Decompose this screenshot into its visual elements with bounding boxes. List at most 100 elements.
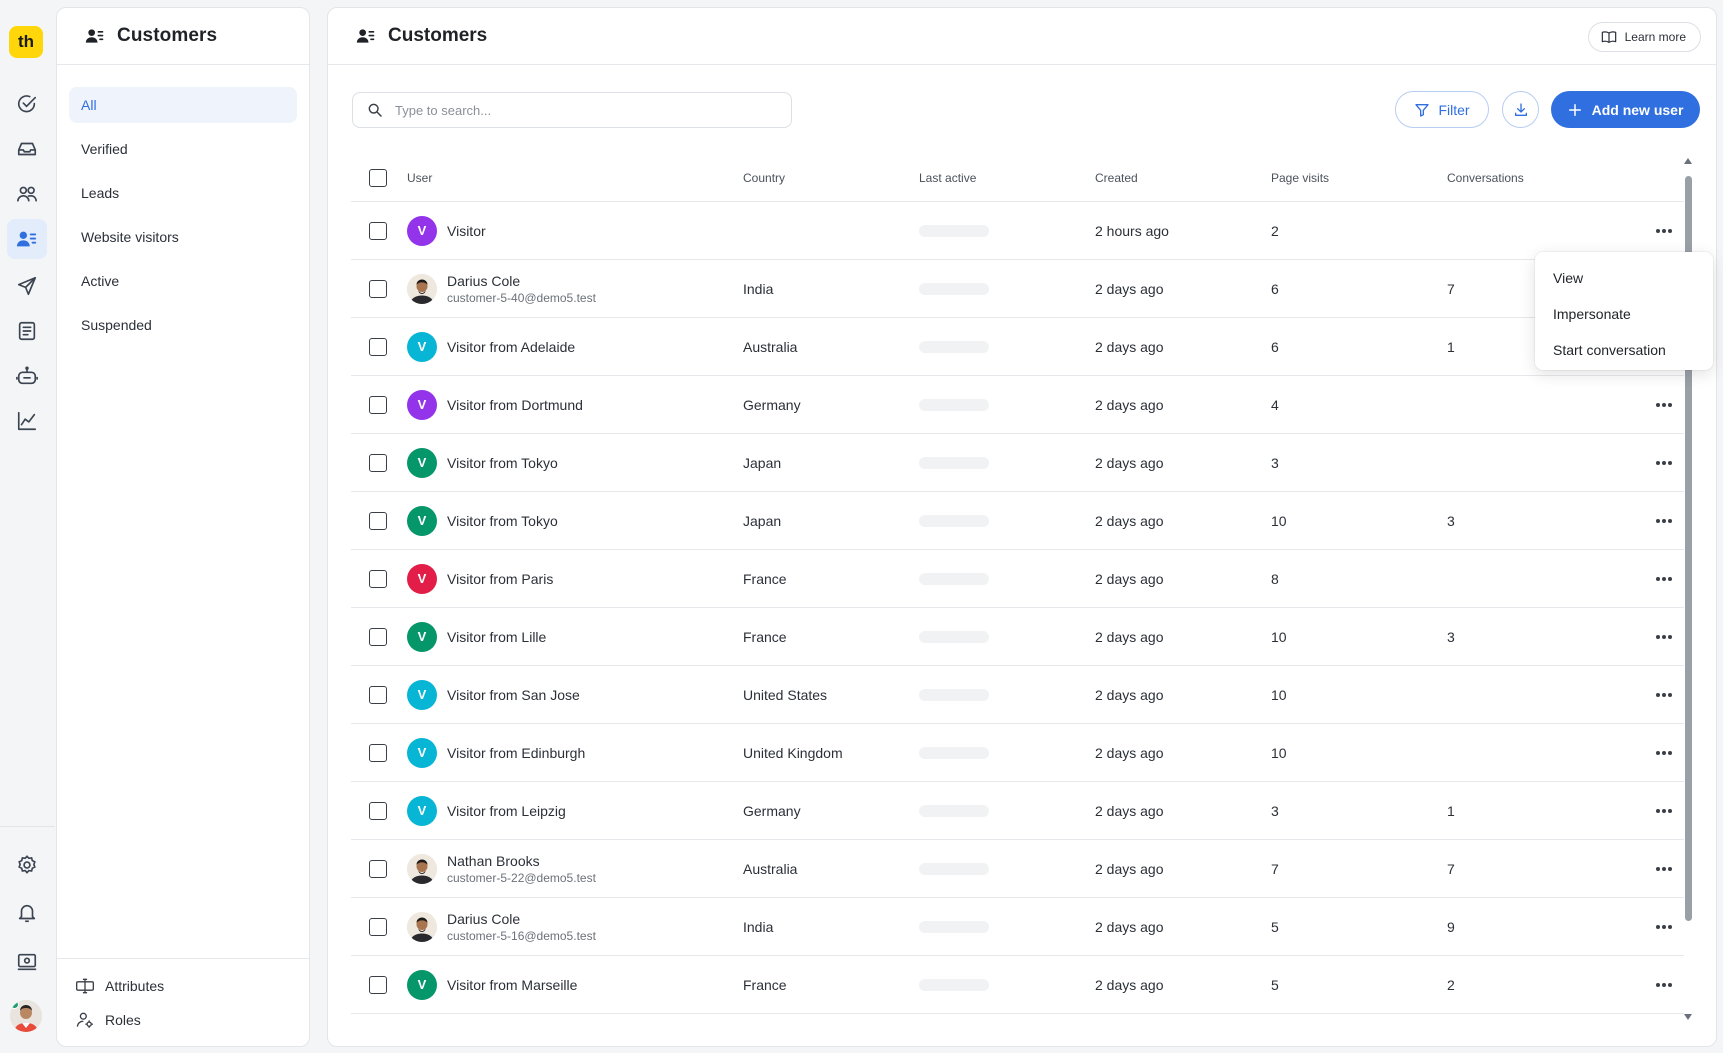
search-input[interactable]	[395, 102, 775, 118]
roles-link[interactable]: Roles	[73, 1003, 293, 1037]
user-cell[interactable]: V Visitor from Adelaide	[407, 331, 743, 362]
bot-icon[interactable]	[7, 356, 47, 396]
row-checkbox[interactable]	[369, 859, 387, 878]
user-cell[interactable]: V Visitor from Leipzig	[407, 795, 743, 826]
row-checkbox[interactable]	[369, 975, 387, 994]
loading-placeholder	[919, 340, 989, 353]
user-cell[interactable]: V Visitor from San Jose	[407, 679, 743, 710]
user-cell[interactable]: Nathan Brooks customer-5-22@demo5.test	[407, 852, 743, 886]
row-more-button[interactable]	[1650, 569, 1678, 589]
row-checkbox[interactable]	[369, 395, 387, 414]
row-checkbox[interactable]	[369, 569, 387, 588]
user-name: Visitor from Tokyo	[447, 454, 558, 471]
table-row[interactable]: V Visitor from Paris France 2 days ago 8	[351, 550, 1684, 608]
table-row[interactable]: V Visitor from Tokyo Japan 2 days ago 3	[351, 434, 1684, 492]
contacts-icon[interactable]	[7, 174, 47, 214]
main-header: Customers Learn more	[328, 8, 1716, 65]
select-all-checkbox[interactable]	[369, 168, 387, 187]
table-row[interactable]: Nathan Brooks customer-5-22@demo5.test Aus…	[351, 840, 1684, 898]
table-row[interactable]: V Visitor 2 hours ago 2	[351, 202, 1684, 260]
billing-icon[interactable]	[7, 942, 47, 982]
icon-rail: th	[0, 0, 55, 1053]
rail-divider	[0, 826, 55, 827]
notifications-icon[interactable]	[7, 893, 47, 933]
learn-more-button[interactable]: Learn more	[1587, 22, 1701, 52]
tasks-icon[interactable]	[7, 84, 47, 124]
column-conversations[interactable]: Conversations	[1447, 171, 1623, 185]
user-cell[interactable]: V Visitor from Paris	[407, 563, 743, 594]
user-cell[interactable]: V Visitor from Tokyo	[407, 447, 743, 478]
menu-item-start-conversation[interactable]: Start conversation	[1535, 332, 1713, 368]
table-row[interactable]: V Visitor from Lille France 2 days ago 10 3	[351, 608, 1684, 666]
menu-item-impersonate[interactable]: Impersonate	[1535, 296, 1713, 332]
table-row[interactable]: V Visitor from Marseille France 2 days ago 5…	[351, 956, 1684, 1014]
row-checkbox[interactable]	[369, 511, 387, 530]
user-cell[interactable]: Darius Cole customer-5-40@demo5.test	[407, 272, 743, 306]
reports-icon[interactable]	[7, 401, 47, 441]
row-checkbox[interactable]	[369, 801, 387, 820]
table-row[interactable]: V Visitor from Leipzig Germany 2 days ago 3 1	[351, 782, 1684, 840]
row-more-button[interactable]	[1650, 627, 1678, 647]
table-row[interactable]: V Visitor from Tokyo Japan 2 days ago 10 3	[351, 492, 1684, 550]
sidebar-item-leads[interactable]: Leads	[69, 175, 297, 211]
loading-placeholder	[919, 804, 989, 817]
inbox-icon[interactable]	[7, 129, 47, 169]
row-more-button[interactable]	[1650, 453, 1678, 473]
table-row[interactable]: V Visitor from Adelaide Australia 2 days ag…	[351, 318, 1684, 376]
user-cell[interactable]: Darius Cole customer-5-16@demo5.test	[407, 910, 743, 944]
sidebar-item-website-visitors[interactable]: Website visitors	[69, 219, 297, 255]
last-active-cell	[919, 456, 1095, 469]
row-checkbox[interactable]	[369, 743, 387, 762]
column-created[interactable]: Created	[1095, 171, 1271, 185]
row-more-button[interactable]	[1650, 395, 1678, 415]
column-page-visits[interactable]: Page visits	[1271, 171, 1447, 185]
row-more-button[interactable]	[1650, 801, 1678, 821]
settings-icon[interactable]	[7, 845, 47, 885]
user-cell[interactable]: V Visitor from Edinburgh	[407, 737, 743, 768]
table-row[interactable]: V Visitor from Edinburgh United Kingdom 2 d…	[351, 724, 1684, 782]
table-row[interactable]: V Visitor from Dortmund Germany 2 days ago 4	[351, 376, 1684, 434]
row-more-button[interactable]	[1650, 685, 1678, 705]
column-user[interactable]: User	[407, 171, 743, 185]
row-checkbox[interactable]	[369, 337, 387, 356]
filter-button[interactable]: Filter	[1395, 91, 1489, 128]
app-logo[interactable]: th	[9, 26, 43, 58]
scroll-down-arrow[interactable]	[1684, 1014, 1692, 1020]
user-cell[interactable]: V Visitor from Tokyo	[407, 505, 743, 536]
current-user-avatar[interactable]	[10, 1000, 42, 1032]
user-cell[interactable]: V Visitor from Lille	[407, 621, 743, 652]
row-more-button[interactable]	[1650, 743, 1678, 763]
scroll-up-arrow[interactable]	[1684, 158, 1692, 164]
sidebar-item-active[interactable]: Active	[69, 263, 297, 299]
row-checkbox[interactable]	[369, 627, 387, 646]
customers-icon[interactable]	[7, 219, 47, 259]
row-more-button[interactable]	[1650, 859, 1678, 879]
table-row[interactable]: Darius Cole customer-5-40@demo5.test India…	[351, 260, 1684, 318]
row-more-button[interactable]	[1650, 975, 1678, 995]
menu-item-view[interactable]: View	[1535, 260, 1713, 296]
row-checkbox[interactable]	[369, 685, 387, 704]
user-cell[interactable]: V Visitor from Dortmund	[407, 389, 743, 420]
row-checkbox[interactable]	[369, 279, 387, 298]
table-row[interactable]: Darius Cole customer-5-16@demo5.test India…	[351, 898, 1684, 956]
export-button[interactable]	[1502, 91, 1539, 128]
column-country[interactable]: Country	[743, 171, 919, 185]
user-cell[interactable]: V Visitor from Marseille	[407, 969, 743, 1000]
table-row[interactable]: V Visitor from San Jose United States 2 day…	[351, 666, 1684, 724]
sidebar-item-suspended[interactable]: Suspended	[69, 307, 297, 343]
send-icon[interactable]	[7, 266, 47, 306]
user-avatar: V	[407, 795, 437, 826]
row-more-button[interactable]	[1650, 221, 1678, 241]
row-more-button[interactable]	[1650, 511, 1678, 531]
row-more-button[interactable]	[1650, 917, 1678, 937]
articles-icon[interactable]	[7, 311, 47, 351]
sidebar-item-verified[interactable]: Verified	[69, 131, 297, 167]
column-last-active[interactable]: Last active	[919, 171, 1095, 185]
sidebar-item-all[interactable]: All	[69, 87, 297, 123]
attributes-link[interactable]: Attributes	[73, 969, 293, 1003]
row-checkbox[interactable]	[369, 453, 387, 472]
user-cell[interactable]: V Visitor	[407, 215, 743, 246]
row-checkbox[interactable]	[369, 917, 387, 936]
add-new-user-button[interactable]: Add new user	[1551, 91, 1700, 128]
row-checkbox[interactable]	[369, 221, 387, 240]
